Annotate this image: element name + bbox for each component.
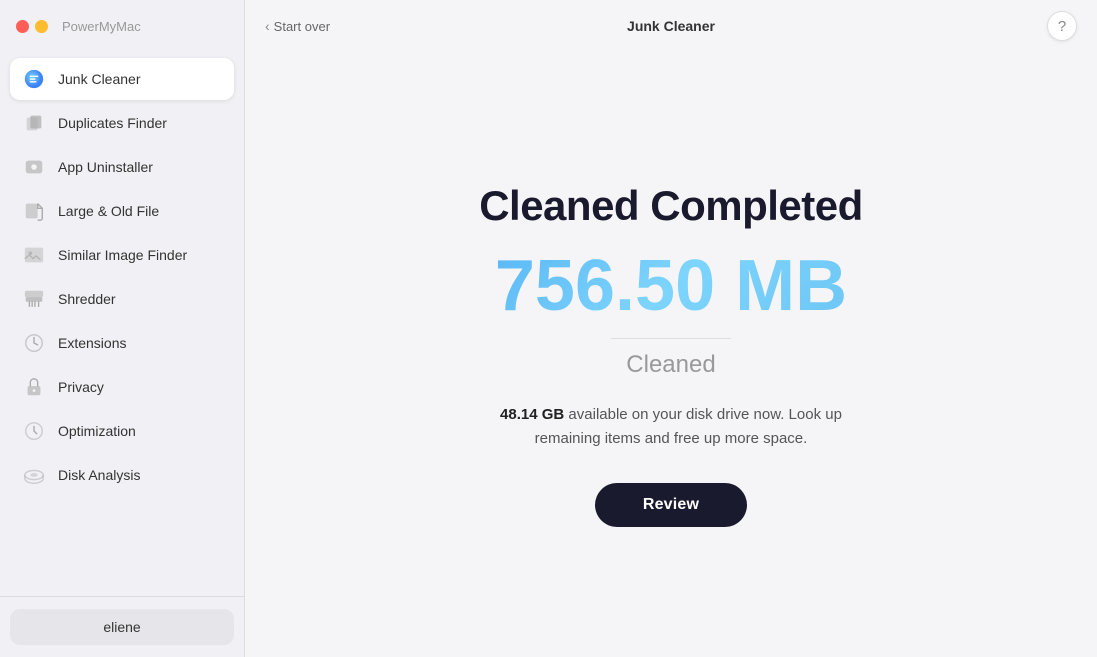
sidebar-item-shredder[interactable]: Shredder — [10, 278, 234, 320]
sidebar-label-large-old-file: Large & Old File — [58, 203, 159, 219]
junk-cleaner-icon — [22, 67, 46, 91]
disk-analysis-icon — [22, 463, 46, 487]
back-label: Start over — [274, 19, 330, 34]
back-button[interactable]: ‹ Start over — [265, 18, 330, 34]
sidebar-item-optimization[interactable]: Optimization — [10, 410, 234, 452]
sidebar-label-privacy: Privacy — [58, 379, 104, 395]
page-title: Junk Cleaner — [627, 18, 715, 34]
sidebar-label-app-uninstaller: App Uninstaller — [58, 159, 153, 175]
traffic-lights — [16, 20, 48, 33]
review-button[interactable]: Review — [595, 483, 747, 527]
sidebar-item-extensions[interactable]: Extensions — [10, 322, 234, 364]
minimize-button[interactable] — [35, 20, 48, 33]
divider — [611, 338, 731, 339]
sidebar-item-large-old-file[interactable]: Large & Old File — [10, 190, 234, 232]
main-titlebar: ‹ Start over Junk Cleaner ? — [245, 0, 1097, 52]
sidebar-label-extensions: Extensions — [58, 335, 126, 351]
cleaned-label: Cleaned — [626, 351, 715, 379]
sidebar-item-similar-image-finder[interactable]: Similar Image Finder — [10, 234, 234, 276]
sidebar-item-duplicates-finder[interactable]: Duplicates Finder — [10, 102, 234, 144]
shredder-icon — [22, 287, 46, 311]
back-chevron-icon: ‹ — [265, 18, 270, 34]
sidebar-item-junk-cleaner[interactable]: Junk Cleaner — [10, 58, 234, 100]
user-button[interactable]: eliene — [10, 609, 234, 645]
app-uninstaller-icon — [22, 155, 46, 179]
sidebar-item-app-uninstaller[interactable]: App Uninstaller — [10, 146, 234, 188]
disk-info-suffix: available on your disk drive now. Look u… — [535, 406, 842, 447]
sidebar-label-similar-image-finder: Similar Image Finder — [58, 247, 187, 263]
duplicates-finder-icon — [22, 111, 46, 135]
sidebar-item-disk-analysis[interactable]: Disk Analysis — [10, 454, 234, 496]
sidebar-titlebar: PowerMyMac — [0, 0, 244, 52]
sidebar-footer: eliene — [0, 596, 244, 657]
close-button[interactable] — [16, 20, 29, 33]
sidebar-label-shredder: Shredder — [58, 291, 116, 307]
app-name: PowerMyMac — [62, 19, 141, 34]
sidebar-label-junk-cleaner: Junk Cleaner — [58, 71, 141, 87]
disk-gb-value: 48.14 GB — [500, 406, 564, 423]
main-content: ‹ Start over Junk Cleaner ? Cleaned Comp… — [245, 0, 1097, 657]
disk-info-text: 48.14 GB available on your disk drive no… — [481, 403, 861, 451]
sidebar-item-privacy[interactable]: Privacy — [10, 366, 234, 408]
extensions-icon — [22, 331, 46, 355]
help-button[interactable]: ? — [1047, 11, 1077, 41]
large-old-file-icon — [22, 199, 46, 223]
cleaned-completed-heading: Cleaned Completed — [479, 182, 863, 230]
sidebar-nav: Junk Cleaner Duplicates Finder App Unins… — [0, 52, 244, 596]
privacy-icon — [22, 375, 46, 399]
sidebar-label-optimization: Optimization — [58, 423, 136, 439]
sidebar-label-duplicates-finder: Duplicates Finder — [58, 115, 167, 131]
sidebar: PowerMyMac Junk Cleaner — [0, 0, 245, 657]
optimization-icon — [22, 419, 46, 443]
similar-image-finder-icon — [22, 243, 46, 267]
cleaned-size-value: 756.50 MB — [495, 250, 847, 322]
sidebar-label-disk-analysis: Disk Analysis — [58, 467, 140, 483]
main-body: Cleaned Completed 756.50 MB Cleaned 48.1… — [245, 52, 1097, 657]
